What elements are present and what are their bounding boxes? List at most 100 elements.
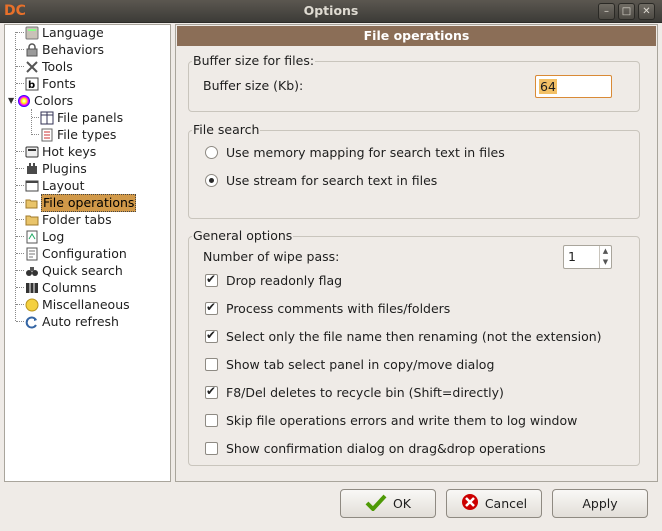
folder-tabs-icon [25, 213, 39, 227]
sidebar-item-label: Layout [42, 177, 85, 193]
columns-icon [25, 281, 39, 295]
fonts-icon: b [25, 77, 39, 91]
folder-open-icon [25, 196, 39, 210]
configuration-icon [25, 247, 39, 261]
language-icon [25, 26, 39, 40]
buffer-size-input[interactable]: 64 [535, 75, 612, 98]
sidebar-item-label: Fonts [42, 75, 76, 91]
sidebar-item-file-panels[interactable]: File panels [32, 109, 124, 126]
buffer-size-value: 64 [539, 79, 557, 94]
options-tree[interactable]: Language Behaviors Tools b Fonts ▼ Color… [4, 24, 171, 482]
close-button[interactable]: ✕ [638, 3, 655, 20]
radio-button[interactable] [205, 174, 218, 187]
checkbox-show-tab-select[interactable]: Show tab select panel in copy/move dialo… [205, 357, 494, 372]
radio-stream[interactable]: Use stream for search text in files [205, 173, 437, 188]
checkbox-label: Select only the file name then renaming … [226, 329, 602, 344]
checkbox-label: Show confirmation dialog on drag&drop op… [226, 441, 546, 456]
sidebar-item-label: Hot keys [42, 143, 97, 159]
checkbox[interactable] [205, 414, 218, 427]
checkbox-confirm-dragdrop[interactable]: Show confirmation dialog on drag&drop op… [205, 441, 546, 456]
checkbox-label: Show tab select panel in copy/move dialo… [226, 357, 495, 372]
sidebar-item-label: Quick search [42, 262, 123, 278]
apply-button[interactable]: Apply [552, 489, 648, 518]
wipe-pass-label: Number of wipe pass: [203, 249, 340, 264]
plugins-icon [25, 162, 39, 176]
sidebar-item-hot-keys[interactable]: Hot keys [16, 143, 97, 160]
checkbox[interactable] [205, 272, 218, 287]
sidebar-item-plugins[interactable]: Plugins [16, 160, 88, 177]
sidebar-item-tools[interactable]: Tools [16, 58, 74, 75]
refresh-icon [25, 315, 39, 329]
spinner-arrows-icon[interactable]: ▲ ▼ [599, 246, 611, 268]
radio-label: Use memory mapping for search text in fi… [226, 145, 505, 160]
checkbox-label: Process comments with files/folders [226, 301, 451, 316]
checkbox[interactable] [205, 384, 218, 399]
apply-button-label: Apply [582, 496, 618, 511]
sidebar-item-auto-refresh[interactable]: Auto refresh [16, 313, 120, 330]
checkbox-drop-readonly[interactable]: Drop readonly flag [205, 272, 343, 288]
minimize-button[interactable]: – [598, 3, 615, 20]
sidebar-item-file-types[interactable]: File types [32, 126, 117, 143]
cancel-button-label: Cancel [484, 496, 528, 511]
sidebar-item-miscellaneous[interactable]: Miscellaneous [16, 296, 131, 313]
radio-button[interactable] [205, 146, 218, 159]
sidebar-item-quick-search[interactable]: Quick search [16, 262, 124, 279]
title-bar[interactable]: DC Options – □ ✕ [0, 0, 662, 23]
layout-icon [25, 179, 39, 193]
file-search-group-title: File search [192, 122, 261, 138]
sidebar-item-columns[interactable]: Columns [16, 279, 97, 296]
smiley-icon [25, 298, 39, 312]
options-page: File operations Buffer size for files: B… [175, 24, 658, 482]
sidebar-item-behaviors[interactable]: Behaviors [16, 41, 105, 58]
sidebar-item-fonts[interactable]: b Fonts [16, 75, 77, 92]
cancel-icon [461, 493, 479, 514]
sidebar-item-label: File panels [57, 109, 124, 125]
sidebar-item-label: Colors [34, 92, 74, 108]
colors-icon [17, 94, 31, 108]
checkbox-label: Drop readonly flag [226, 273, 343, 288]
general-options-group: General options [188, 228, 640, 466]
sidebar-item-colors[interactable]: ▼ Colors [8, 92, 74, 109]
page-title: File operations [177, 26, 656, 46]
checkbox[interactable] [205, 328, 218, 343]
checkbox-recycle-bin[interactable]: F8/Del deletes to recycle bin (Shift=dir… [205, 384, 504, 400]
sidebar-item-label: Plugins [42, 160, 87, 176]
file-types-icon [40, 128, 54, 142]
sidebar-item-label: Language [42, 24, 104, 40]
sidebar-item-folder-tabs[interactable]: Folder tabs [16, 211, 113, 228]
checkbox[interactable] [205, 300, 218, 315]
radio-label: Use stream for search text in files [226, 173, 438, 188]
chevron-down-icon[interactable]: ▼ [8, 96, 17, 105]
checkbox-process-comments[interactable]: Process comments with files/folders [205, 300, 451, 316]
cancel-button[interactable]: Cancel [446, 489, 542, 518]
wipe-pass-value: 1 [568, 249, 576, 264]
lock-icon [25, 42, 39, 57]
file-panels-icon [40, 111, 54, 125]
ok-button[interactable]: OK [340, 489, 436, 518]
checkbox-label: F8/Del deletes to recycle bin (Shift=dir… [226, 385, 504, 400]
sidebar-item-label: File types [57, 126, 117, 142]
binoculars-icon [25, 264, 39, 278]
sidebar-item-label: Folder tabs [42, 211, 112, 227]
maximize-button[interactable]: □ [618, 3, 635, 20]
sidebar-item-configuration[interactable]: Configuration [16, 245, 128, 262]
keyboard-icon [25, 145, 39, 159]
sidebar-item-label: Behaviors [42, 41, 105, 57]
buffer-group-title: Buffer size for files: [192, 53, 316, 69]
checkbox-skip-errors[interactable]: Skip file operations errors and write th… [205, 413, 577, 428]
sidebar-item-file-operations[interactable]: File operations [16, 193, 137, 212]
check-icon [365, 493, 387, 514]
sidebar-item-label: Tools [42, 58, 73, 74]
tools-icon [25, 60, 39, 74]
sidebar-item-label: Auto refresh [42, 313, 119, 329]
checkbox[interactable] [205, 442, 218, 455]
checkbox[interactable] [205, 358, 218, 371]
checkbox-select-name-only[interactable]: Select only the file name then renaming … [205, 328, 602, 344]
sidebar-item-language[interactable]: Language [16, 24, 105, 41]
sidebar-item-label: Configuration [42, 245, 127, 261]
radio-memory-mapping[interactable]: Use memory mapping for search text in fi… [205, 145, 505, 160]
sidebar-item-layout[interactable]: Layout [16, 177, 86, 194]
wipe-pass-spinner[interactable]: 1 ▲ ▼ [563, 245, 612, 269]
sidebar-item-log[interactable]: Log [16, 228, 65, 245]
general-options-group-title: General options [192, 228, 294, 244]
